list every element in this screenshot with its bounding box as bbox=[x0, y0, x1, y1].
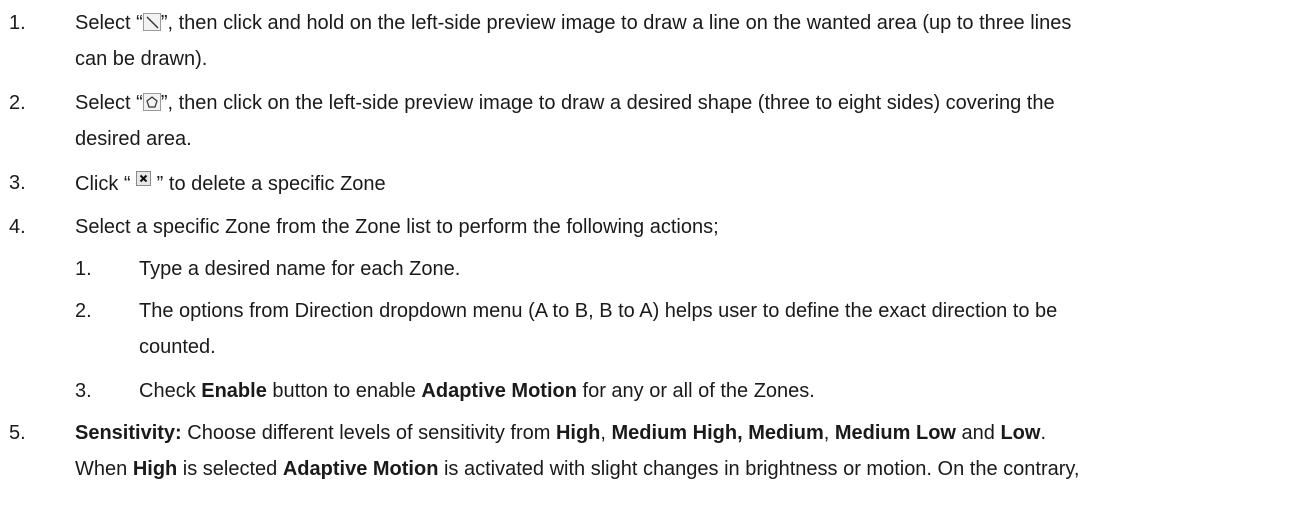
item-text: Select “ bbox=[75, 92, 143, 114]
list-item-1: Select “ ”, then click and hold on the le… bbox=[75, 11, 1071, 35]
list-item-4: Select a specific Zone from the Zone lis… bbox=[75, 216, 719, 238]
bold-term: Sensitivity: bbox=[75, 422, 182, 444]
sub-item-1: Type a desired name for each Zone. bbox=[139, 258, 461, 280]
item-text: ”, then click on the left-side preview i… bbox=[160, 92, 1055, 114]
list-item-1-continued: can be drawn). bbox=[75, 48, 208, 70]
item-text: for any or all of the Zones. bbox=[576, 380, 815, 402]
list-item-3: Click “ ” to delete a specific Zone bbox=[75, 171, 386, 196]
item-text: Choose different levels of sensitivity f… bbox=[181, 422, 556, 444]
sub-item-3: Check Enable button to enable Adaptive M… bbox=[139, 379, 815, 403]
item-text: and bbox=[955, 422, 1001, 444]
item-number: 5. bbox=[9, 422, 26, 444]
subitem-number: 3. bbox=[75, 380, 92, 402]
bold-term: Low bbox=[1000, 422, 1041, 444]
item-text: Check bbox=[139, 380, 202, 402]
delete-zone-icon bbox=[136, 171, 152, 186]
draw-line-icon bbox=[142, 13, 161, 31]
item-text: ”, then click and hold on the left-side … bbox=[160, 12, 1072, 34]
item-text: Click “ bbox=[75, 173, 137, 195]
item-text: . bbox=[1040, 422, 1047, 444]
list-item-5: Sensitivity: Choose different levels of … bbox=[75, 421, 1046, 445]
list-item-5-continued: When High is selected Adaptive Motion is… bbox=[75, 457, 1079, 481]
bold-term: Enable bbox=[201, 380, 267, 402]
item-text: button to enable bbox=[266, 380, 422, 402]
item-number: 3. bbox=[9, 172, 26, 194]
item-text: ” to delete a specific Zone bbox=[151, 173, 386, 195]
bold-term: Medium High, bbox=[611, 422, 743, 444]
bold-term: High bbox=[555, 422, 601, 444]
sub-item-2: The options from Direction dropdown menu… bbox=[139, 300, 1058, 322]
bold-term: Medium Low bbox=[834, 422, 956, 444]
bold-term: Adaptive Motion bbox=[282, 458, 439, 480]
item-text: , bbox=[823, 422, 835, 444]
sub-item-2-continued: counted. bbox=[139, 336, 216, 358]
item-text: , bbox=[600, 422, 612, 444]
item-text: Select “ bbox=[75, 12, 143, 34]
subitem-number: 1. bbox=[75, 258, 92, 280]
item-number: 2. bbox=[9, 92, 26, 114]
list-item-2: Select “ ”, then click on the left-side p… bbox=[75, 91, 1055, 115]
bold-term: Adaptive Motion bbox=[421, 380, 577, 402]
list-item-2-continued: desired area. bbox=[75, 128, 192, 150]
item-number: 1. bbox=[9, 12, 26, 34]
draw-polygon-icon bbox=[142, 93, 161, 111]
item-text: When bbox=[75, 458, 133, 480]
item-text: is selected bbox=[177, 458, 283, 480]
bold-term: Medium bbox=[748, 422, 824, 444]
item-text: is activated with slight changes in brig… bbox=[438, 458, 1080, 480]
bold-term: High bbox=[132, 458, 178, 480]
item-number: 4. bbox=[9, 216, 26, 238]
subitem-number: 2. bbox=[75, 300, 92, 322]
